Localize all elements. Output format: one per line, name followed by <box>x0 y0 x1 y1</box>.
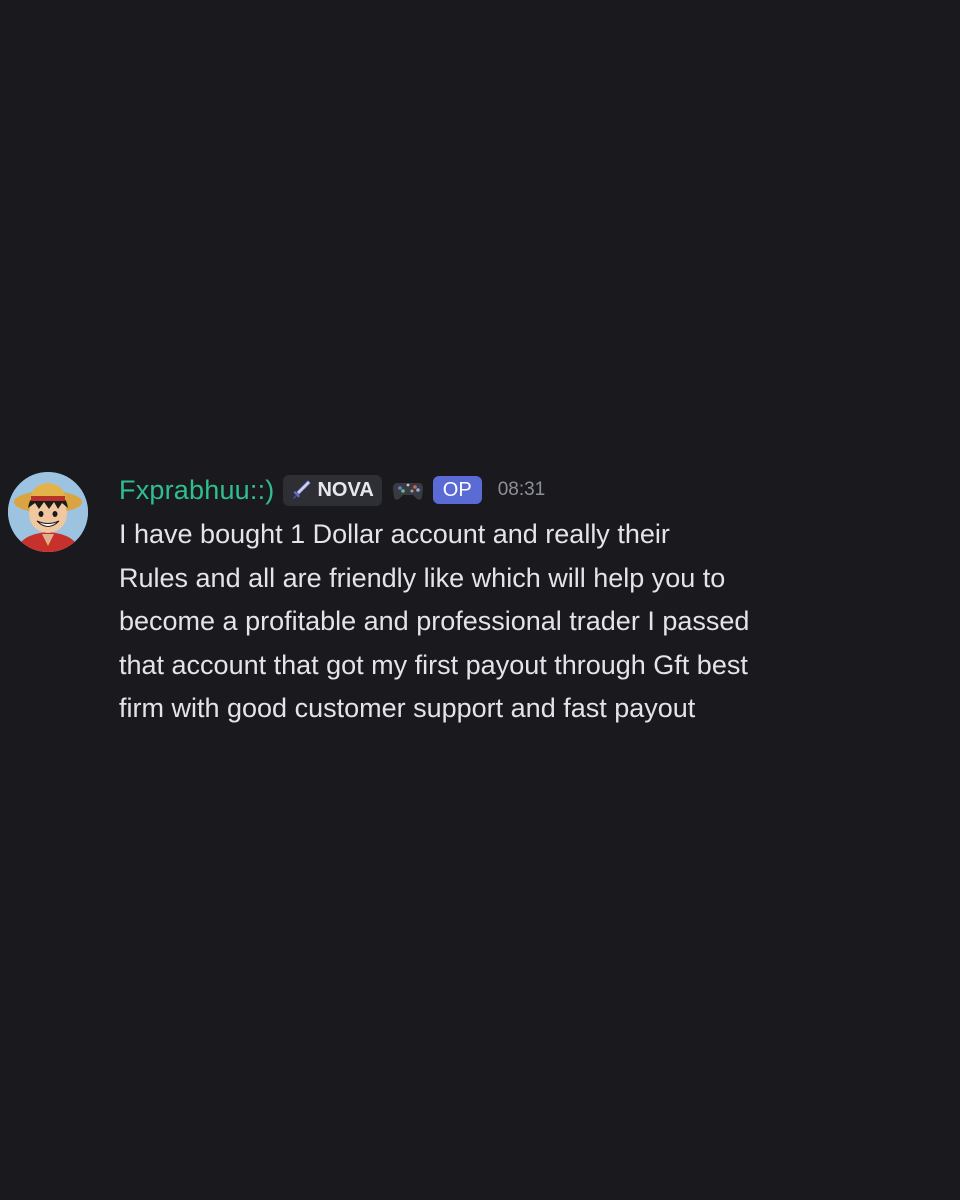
op-badge: OP <box>432 476 482 504</box>
message-content: I have bought 1 Dollar account and reall… <box>119 519 750 723</box>
timestamp[interactable]: 08:31 <box>498 479 546 501</box>
avatar[interactable] <box>8 472 88 552</box>
avatar-image <box>8 472 88 552</box>
sword-icon <box>290 479 312 501</box>
username[interactable]: Fxprabhuu::) <box>119 475 274 506</box>
server-tag-label: NOVA <box>317 478 374 501</box>
chat-message: Fxprabhuu::) NOVA OP 08:31 I have bought… <box>8 470 952 730</box>
message-header: Fxprabhuu::) NOVA OP 08:31 <box>119 470 545 510</box>
gamepad-icon <box>391 477 425 503</box>
server-tag[interactable]: NOVA <box>283 474 382 506</box>
